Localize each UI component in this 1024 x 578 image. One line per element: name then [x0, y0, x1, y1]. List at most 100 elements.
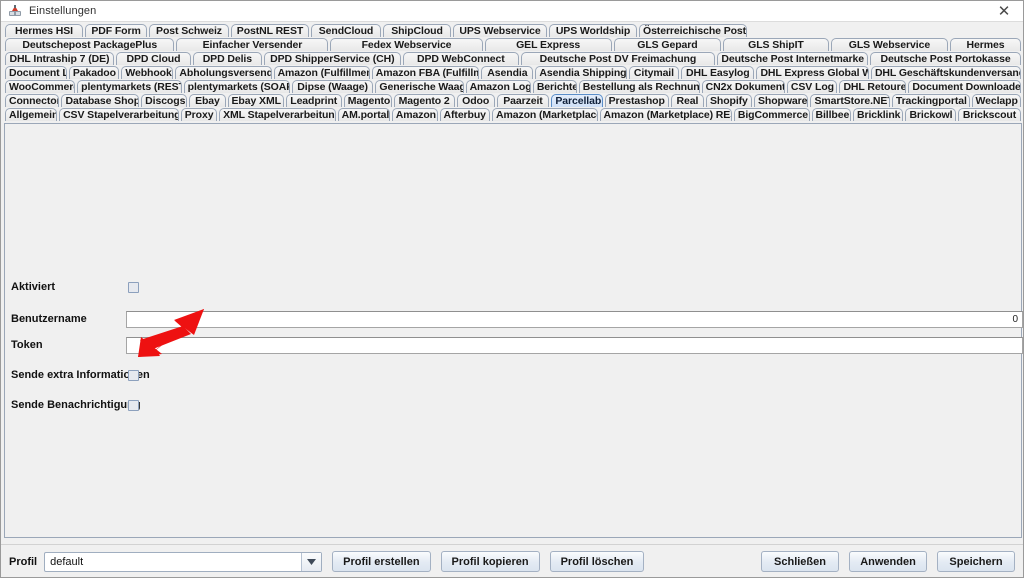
- tab-pdf-form[interactable]: PDF Form: [85, 24, 147, 37]
- tab-gls-shipit[interactable]: GLS ShipIT: [723, 38, 829, 51]
- tab-abholungsversender[interactable]: Abholungsversender: [175, 66, 272, 79]
- tab-magento-2[interactable]: Magento 2: [393, 94, 455, 107]
- tab-ebay[interactable]: Ebay: [189, 94, 226, 107]
- tab-amazon-fba-fulfillment[interactable]: Amazon FBA (Fulfillment): [371, 66, 480, 79]
- button-profil-kopieren[interactable]: Profil kopieren: [440, 551, 540, 572]
- tab-real[interactable]: Real: [670, 94, 704, 107]
- tab-dpd-cloud[interactable]: DPD Cloud: [115, 52, 192, 65]
- tab-allgemein[interactable]: Allgemein: [5, 108, 58, 121]
- button-speichern[interactable]: Speichern: [937, 551, 1015, 572]
- tab-csv-log[interactable]: CSV Log: [786, 80, 838, 93]
- tab-amazon[interactable]: Amazon: [391, 108, 438, 121]
- tab-ebay-xml[interactable]: Ebay XML: [227, 94, 284, 107]
- tab-hermes[interactable]: Hermes: [950, 38, 1021, 51]
- tab-content-panel: Aktiviert Benutzername 0 Token Sende extra I…: [4, 123, 1023, 538]
- tab-amazon-log[interactable]: Amazon Log: [465, 80, 531, 93]
- tab-connector[interactable]: Connector: [5, 94, 60, 107]
- button-schließen[interactable]: Schließen: [761, 551, 839, 572]
- tab-afterbuy[interactable]: Afterbuy: [439, 108, 490, 121]
- tab-berichte[interactable]: Berichte: [532, 80, 577, 93]
- tab-sterreichische-post[interactable]: Österreichische Post: [639, 24, 747, 37]
- tab-bricklink[interactable]: Bricklink: [852, 108, 904, 121]
- tab-parcellab[interactable]: Parcellab: [551, 94, 603, 107]
- tab-cn2x-dokument[interactable]: CN2x Dokument: [701, 80, 785, 93]
- tab-gel-express[interactable]: GEL Express: [484, 38, 612, 51]
- checkbox-sende-extra-informationen[interactable]: [128, 369, 139, 381]
- tab-generische-waage[interactable]: Generische Waage: [375, 80, 464, 93]
- tab-billbee[interactable]: Billbee: [811, 108, 851, 121]
- tab-brickowl[interactable]: Brickowl: [905, 108, 956, 121]
- tab-gls-gepard[interactable]: GLS Gepard: [613, 38, 722, 51]
- tab-discogs[interactable]: Discogs: [141, 94, 188, 107]
- tab-proxy[interactable]: Proxy: [180, 108, 218, 121]
- button-anwenden[interactable]: Anwenden: [849, 551, 927, 572]
- input-benutzername[interactable]: 0: [126, 310, 1023, 328]
- tab-xml-stapelverarbeitung[interactable]: XML Stapelverarbeitung: [219, 108, 336, 121]
- tab-fedex-webservice[interactable]: Fedex Webservice: [330, 38, 483, 51]
- field-label: Benutzername: [11, 313, 87, 325]
- tab-shopware[interactable]: Shopware: [754, 94, 809, 107]
- tab-ups-webservice[interactable]: UPS Webservice: [453, 24, 547, 37]
- button-profil-löschen[interactable]: Profil löschen: [549, 551, 645, 572]
- checkbox-aktiviert[interactable]: [128, 281, 139, 293]
- tab-csv-stapelverarbeitung[interactable]: CSV Stapelverarbeitung: [59, 108, 179, 121]
- tab-paarzeit[interactable]: Paarzeit: [496, 94, 550, 107]
- tab-amazon-fulfillment[interactable]: Amazon (Fulfillment): [273, 66, 370, 79]
- tab-bestellung-als-rechnung[interactable]: Bestellung als Rechnung: [578, 80, 700, 93]
- form-row: Token: [5, 334, 1023, 356]
- tab-postnl-rest[interactable]: PostNL REST: [231, 24, 309, 37]
- tab-citymail[interactable]: Citymail: [628, 66, 680, 79]
- tab-einfacher-versender[interactable]: Einfacher Versender: [176, 38, 329, 51]
- profile-buttons-group: Profil erstellen Profil kopieren Profil lö…: [322, 551, 645, 572]
- tab-shipcloud[interactable]: ShipCloud: [383, 24, 451, 37]
- tab-dhl-easylog[interactable]: DHL Easylog: [681, 66, 755, 79]
- tab-asendia-shipping[interactable]: Asendia Shipping: [535, 66, 627, 79]
- close-icon[interactable]: ✕: [983, 1, 1023, 21]
- tab-plentymarkets-soap[interactable]: plentymarkets (SOAP): [183, 80, 290, 93]
- tab-dipse-waage[interactable]: Dipse (Waage): [291, 80, 374, 93]
- tab-gls-webservice[interactable]: GLS Webservice: [830, 38, 949, 51]
- tab-hermes-hsi[interactable]: Hermes HSI: [5, 24, 83, 37]
- tab-asendia[interactable]: Asendia: [481, 66, 534, 79]
- tab-prestashop[interactable]: Prestashop: [604, 94, 669, 107]
- tab-post-schweiz[interactable]: Post Schweiz: [149, 24, 229, 37]
- tab-smartstore-net[interactable]: SmartStore.NET: [810, 94, 890, 107]
- tab-leadprint[interactable]: Leadprint: [285, 94, 342, 107]
- tab-dpd-delis[interactable]: DPD Delis: [193, 52, 262, 65]
- tab-pakadoo[interactable]: Pakadoo: [68, 66, 120, 79]
- tab-row: Allgemein CSV Stapelverarbeitung Proxy XML …: [3, 107, 1023, 121]
- tab-am-portal[interactable]: AM.portal: [337, 108, 390, 121]
- tab-dhl-retoure[interactable]: DHL Retoure: [839, 80, 907, 93]
- tab-magento[interactable]: Magento: [343, 94, 392, 107]
- tab-database-shop[interactable]: Database Shop: [61, 94, 140, 107]
- profile-select[interactable]: default: [44, 551, 323, 572]
- tab-deutschepost-packageplus[interactable]: Deutschepost PackagePlus: [5, 38, 175, 51]
- tab-weclapp[interactable]: Weclapp: [971, 94, 1021, 107]
- tab-dpd-shipperservice-ch[interactable]: DPD ShipperService (CH): [263, 52, 402, 65]
- input-token[interactable]: [126, 336, 1023, 354]
- chevron-down-icon[interactable]: [301, 552, 322, 571]
- tab-dpd-webconnect[interactable]: DPD WebConnect: [403, 52, 519, 65]
- tab-dhl-intraship-7-de[interactable]: DHL Intraship 7 (DE): [5, 52, 114, 65]
- tab-plentymarkets-rest[interactable]: plentymarkets (REST): [77, 80, 182, 93]
- tab-deutsche-post-internetmarke[interactable]: Deutsche Post Internetmarke: [717, 52, 869, 65]
- tab-brickscout[interactable]: Brickscout: [957, 108, 1022, 121]
- tab-ups-worldship[interactable]: UPS Worldship: [549, 24, 637, 37]
- tab-odoo[interactable]: Odoo: [456, 94, 495, 107]
- tab-woocommerce[interactable]: WooCommerce: [5, 80, 76, 93]
- tab-trackingportal[interactable]: Trackingportal: [891, 94, 970, 107]
- tab-shopify[interactable]: Shopify: [705, 94, 752, 107]
- checkbox-sende-benachrichtigung[interactable]: [128, 399, 139, 411]
- tab-amazon-marketplace[interactable]: Amazon (Marketplace): [491, 108, 598, 121]
- tab-document-downloader[interactable]: Document Downloader: [908, 80, 1022, 93]
- tab-amazon-marketplace-rest[interactable]: Amazon (Marketplace) REST: [599, 108, 732, 121]
- tab-bigcommerce[interactable]: BigCommerce: [733, 108, 810, 121]
- tab-sendcloud[interactable]: SendCloud: [311, 24, 381, 37]
- tab-deutsche-post-dv-freimachung[interactable]: Deutsche Post DV Freimachung: [520, 52, 716, 65]
- tab-dhl-gesch-ftskundenversand[interactable]: DHL Geschäftskundenversand: [870, 66, 1021, 79]
- tab-dhl-express-global-ws[interactable]: DHL Express Global WS: [756, 66, 869, 79]
- tab-deutsche-post-portokasse[interactable]: Deutsche Post Portokasse: [870, 52, 1021, 65]
- button-profil-erstellen[interactable]: Profil erstellen: [332, 551, 431, 572]
- tab-webhook[interactable]: Webhook: [121, 66, 174, 79]
- tab-document-log[interactable]: Document Log: [5, 66, 67, 79]
